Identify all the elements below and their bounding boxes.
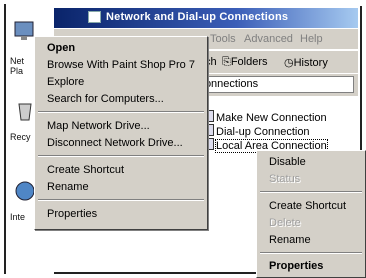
- desktop-label-places: Pla: [10, 66, 24, 76]
- menu-create-shortcut[interactable]: Create Shortcut: [35, 162, 207, 178]
- menu-explore[interactable]: Explore: [35, 74, 207, 90]
- menu-open[interactable]: Open: [35, 40, 207, 56]
- address-input[interactable]: Connections: [194, 76, 354, 93]
- toolbar-folders-button[interactable]: ⎘Folders: [222, 56, 268, 69]
- menu-create-shortcut[interactable]: Create Shortcut: [257, 198, 365, 214]
- menu-disable[interactable]: Disable: [257, 154, 365, 170]
- menu-search-computers[interactable]: Search for Computers...: [35, 91, 207, 107]
- item-label: Make New Connection: [216, 112, 327, 124]
- window-title: Network and Dial-up Connections: [106, 11, 289, 23]
- menu-separator: [38, 199, 204, 201]
- menu-map-network-drive[interactable]: Map Network Drive...: [35, 118, 207, 134]
- toolbar-history-button[interactable]: ◷History: [284, 56, 328, 69]
- menu-status: Status: [269, 173, 301, 185]
- network-folder-icon: [88, 11, 101, 23]
- menu-properties[interactable]: Properties: [35, 206, 207, 222]
- make-new-connection[interactable]: Make New Connection: [202, 110, 327, 124]
- history-label: History: [293, 57, 328, 69]
- desktop-label-recycle: Recy: [10, 132, 31, 142]
- menu-properties[interactable]: Properties: [257, 258, 365, 274]
- menu-advanced[interactable]: Advanced: [244, 33, 293, 45]
- desktop-context-menu: Open Browse With Paint Shop Pro 7 Explor…: [34, 36, 208, 230]
- folders-label: Folders: [230, 56, 268, 68]
- item-label: Dial-up Connection: [216, 126, 310, 138]
- menu-rename[interactable]: Rename: [257, 232, 365, 248]
- menu-separator: [38, 155, 204, 157]
- history-icon: ◷: [284, 57, 294, 69]
- menu-disconnect-drive[interactable]: Disconnect Network Drive...: [35, 135, 207, 151]
- menu-separator: [260, 191, 362, 193]
- menu-browse-psp[interactable]: Browse With Paint Shop Pro 7: [35, 57, 207, 73]
- menu-separator: [260, 252, 362, 254]
- menu-delete: Delete: [269, 217, 301, 229]
- menu-separator: [38, 111, 204, 113]
- desktop-label-network: Net: [10, 56, 25, 66]
- dialup-connection[interactable]: Dial-up Connection: [202, 124, 310, 138]
- screen: Net Pla Recy Inte Network and Dial-up Co…: [0, 0, 366, 278]
- folders-icon: ⎘: [222, 56, 231, 68]
- title-bar[interactable]: Network and Dial-up Connections: [54, 8, 358, 28]
- menu-tools[interactable]: Tools: [210, 33, 236, 45]
- connection-context-menu: Disable Status Create Shortcut Delete Re…: [256, 150, 366, 278]
- desktop-label-internet: Inte: [10, 212, 26, 222]
- menu-help[interactable]: Help: [300, 33, 323, 45]
- menu-rename[interactable]: Rename: [35, 179, 207, 195]
